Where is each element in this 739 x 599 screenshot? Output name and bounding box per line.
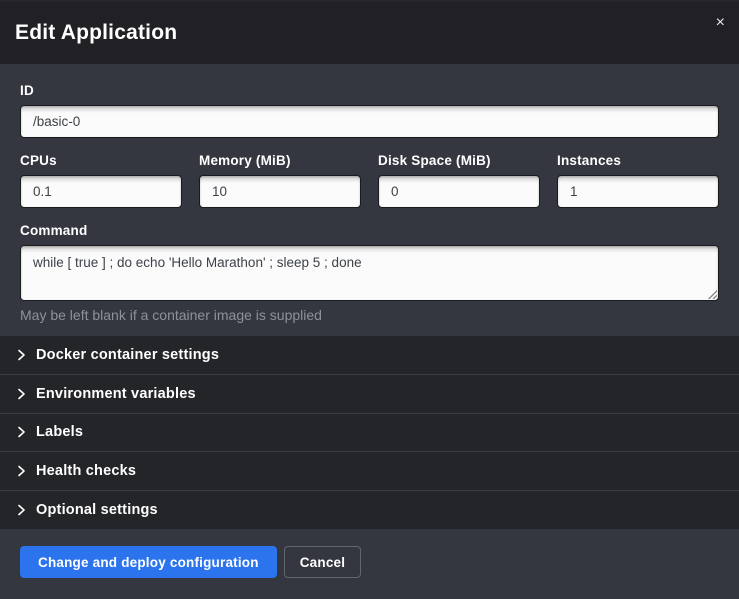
memory-field-group: Memory (MiB) — [199, 153, 361, 208]
form-body: ID CPUs Memory (MiB) Disk Space (MiB) In… — [0, 64, 739, 336]
section-label: Environment variables — [36, 386, 196, 402]
chevron-right-icon — [14, 425, 28, 439]
disk-field-group: Disk Space (MiB) — [378, 153, 540, 208]
section-label: Docker container settings — [36, 347, 219, 363]
id-input[interactable] — [20, 105, 719, 138]
cancel-button[interactable]: Cancel — [284, 546, 361, 578]
modal-footer: Change and deploy configuration Cancel — [0, 529, 739, 599]
section-environment-variables[interactable]: Environment variables — [0, 374, 739, 413]
section-label: Health checks — [36, 463, 136, 479]
accordion: Docker container settings Environment va… — [0, 336, 739, 529]
command-textarea-wrap: while [ true ] ; do echo 'Hello Marathon… — [20, 245, 719, 301]
command-label: Command — [20, 223, 719, 238]
memory-label: Memory (MiB) — [199, 153, 361, 168]
edit-application-modal: Edit Application × ID CPUs Memory (MiB) … — [0, 0, 739, 599]
disk-input[interactable] — [378, 175, 540, 208]
close-icon[interactable]: × — [716, 15, 725, 31]
chevron-right-icon — [14, 348, 28, 362]
cpus-field-group: CPUs — [20, 153, 182, 208]
disk-label: Disk Space (MiB) — [378, 153, 540, 168]
cpus-label: CPUs — [20, 153, 182, 168]
change-and-deploy-button[interactable]: Change and deploy configuration — [20, 546, 277, 578]
section-labels[interactable]: Labels — [0, 413, 739, 452]
command-help-text: May be left blank if a container image i… — [20, 307, 719, 323]
id-field-group: ID — [20, 83, 719, 138]
section-health-checks[interactable]: Health checks — [0, 451, 739, 490]
section-docker-container-settings[interactable]: Docker container settings — [0, 336, 739, 374]
id-label: ID — [20, 83, 719, 98]
instances-input[interactable] — [557, 175, 719, 208]
memory-input[interactable] — [199, 175, 361, 208]
modal-header: Edit Application × — [0, 0, 739, 64]
modal-title: Edit Application — [15, 21, 177, 45]
chevron-right-icon — [14, 464, 28, 478]
command-textarea[interactable]: while [ true ] ; do echo 'Hello Marathon… — [20, 245, 719, 301]
resources-row: CPUs Memory (MiB) Disk Space (MiB) Insta… — [20, 153, 719, 208]
instances-label: Instances — [557, 153, 719, 168]
command-field-group: Command while [ true ] ; do echo 'Hello … — [20, 223, 719, 323]
section-optional-settings[interactable]: Optional settings — [0, 490, 739, 529]
instances-field-group: Instances — [557, 153, 719, 208]
section-label: Labels — [36, 424, 83, 440]
cpus-input[interactable] — [20, 175, 182, 208]
chevron-right-icon — [14, 387, 28, 401]
chevron-right-icon — [14, 503, 28, 517]
section-label: Optional settings — [36, 502, 158, 518]
